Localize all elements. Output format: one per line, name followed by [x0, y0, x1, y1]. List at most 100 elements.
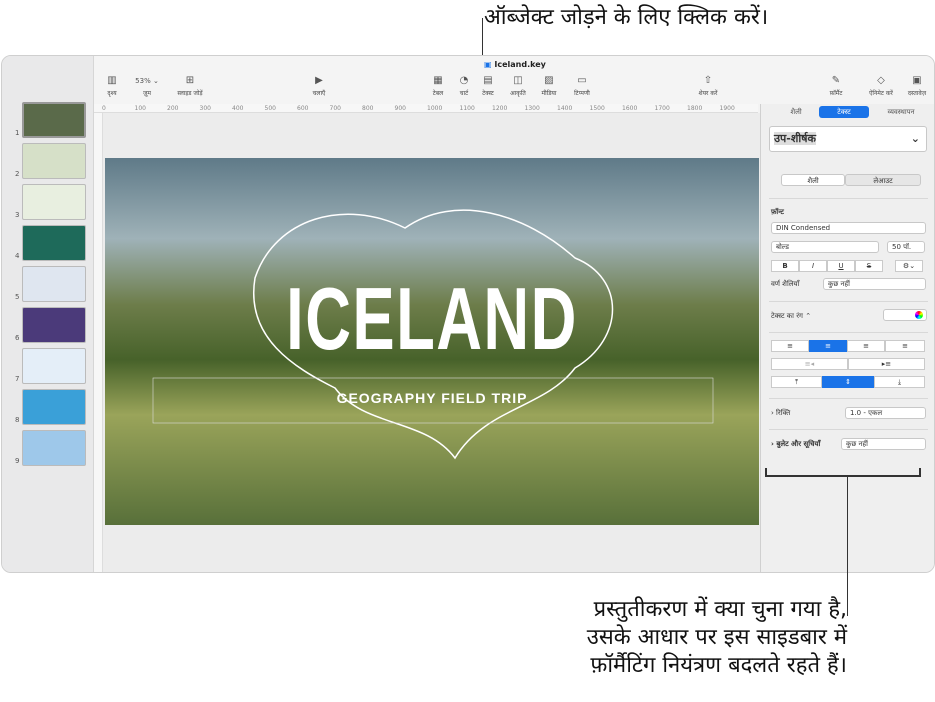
keynote-file-icon: ▣ — [484, 60, 492, 69]
slide-subtitle[interactable]: GEOGRAPHY FIELD TRIP — [105, 390, 759, 406]
view-button[interactable]: ▥ दृश्य — [92, 75, 132, 97]
divider — [769, 198, 928, 199]
vertical-ruler — [94, 113, 103, 572]
spacing-select[interactable]: 1.0 - एकल — [845, 407, 926, 419]
bullets-label[interactable]: › बुलेट और सूचियाँ — [771, 440, 820, 449]
divider — [769, 301, 928, 302]
slide-number: 1 — [15, 129, 20, 137]
ruler-tick-label: 200 — [167, 105, 179, 112]
slide-number: 7 — [15, 375, 20, 383]
slide-canvas: ICELAND GEOGRAPHY FIELD TRIP — [103, 113, 760, 572]
align-right-button[interactable]: ≡ — [847, 340, 885, 352]
slide-thumbnail-1[interactable] — [22, 102, 86, 138]
ruler-tick-label: 1500 — [589, 105, 605, 112]
callout-sidebar-info: प्रस्तुतीकरण में क्या चुना गया है, उसके … — [505, 596, 847, 680]
align-top-button[interactable]: ⤒ — [771, 376, 822, 388]
ruler-tick-label: 700 — [329, 105, 341, 112]
shape-icon: ◫ — [513, 75, 523, 86]
callout-bracket-bottom — [765, 475, 921, 477]
callout-line-2: उसके आधार पर इस साइडबार में — [586, 625, 847, 650]
slide-number: 6 — [15, 334, 20, 342]
ruler-tick-label: 1000 — [427, 105, 443, 112]
slide-thumbnail-7[interactable] — [22, 348, 86, 384]
font-size-field[interactable]: 50 पॉ. — [887, 241, 925, 253]
divider — [769, 398, 928, 399]
gear-icon: ⚙⌄ — [902, 262, 916, 270]
font-weight-select[interactable]: बोल्ड — [771, 241, 879, 253]
text-icon: ▤ — [483, 75, 493, 86]
justify-button[interactable]: ≡ — [885, 340, 925, 352]
media-icon: ▨ — [544, 75, 554, 86]
character-styles-select[interactable]: कुछ नहीं — [823, 278, 926, 290]
bullets-select[interactable]: कुछ नहीं — [841, 438, 926, 450]
ruler-tick-label: 400 — [232, 105, 244, 112]
slide-thumbnail-4[interactable] — [22, 225, 86, 261]
paragraph-style-select[interactable]: उप-शीर्षक ⌄ — [769, 126, 927, 152]
divider — [769, 332, 928, 333]
share-button[interactable]: ⇧ शेयर करें — [688, 75, 728, 97]
slide-thumbnail-2[interactable] — [22, 143, 86, 179]
callout-add-objects: ऑब्जेक्ट जोड़ने के लिए क्लिक करें। — [484, 5, 769, 30]
align-middle-button[interactable]: ⇕ — [822, 376, 874, 388]
slide-navigator: 1 2 3 4 5 6 7 8 9 — [2, 56, 94, 572]
strikethrough-button[interactable]: S — [855, 260, 883, 272]
more-text-options-button[interactable]: ⚙⌄ — [895, 260, 923, 272]
slide-thumbnail-8[interactable] — [22, 389, 86, 425]
play-button[interactable]: ▶ चलाएँ — [299, 75, 339, 97]
spacing-label[interactable]: › रिक्ति — [771, 409, 790, 418]
sub-tab-layout[interactable]: लेआउट — [845, 174, 921, 186]
tab-style[interactable]: शैली — [773, 106, 819, 118]
tab-text[interactable]: टेक्स्ट — [819, 106, 869, 118]
comment-button[interactable]: ▭ टिप्पणी — [562, 75, 602, 97]
document-button[interactable]: ▣ दस्तावेज़ — [897, 75, 934, 97]
bold-button[interactable]: B — [771, 260, 799, 272]
callout-line-bottom — [847, 476, 848, 616]
callout-line-3: फ़ॉर्मैटिंग नियंत्रण बदलते रहते हैं। — [590, 653, 847, 678]
slide-thumbnail-9[interactable] — [22, 430, 86, 466]
animate-icon: ◇ — [877, 75, 885, 86]
toolbar: ▣ Iceland.key ▥ दृश्य 53% ⌄ ज़ूम ⊞ स्लाइड ज… — [94, 56, 934, 104]
table-icon: ▦ — [433, 75, 443, 86]
document-icon: ▣ — [912, 75, 922, 86]
align-left-button[interactable]: ≡ — [771, 340, 809, 352]
add-slide-button[interactable]: ⊞ स्लाइड जोड़ें — [170, 75, 210, 97]
share-icon: ⇧ — [703, 75, 713, 86]
ruler-tick-label: 1100 — [459, 105, 475, 112]
callout-bracket-bottom-left — [765, 468, 767, 477]
align-center-button[interactable]: ≡ — [809, 340, 847, 352]
character-styles-label: वर्ण शैलियाँ — [771, 280, 800, 288]
chevron-right-icon: › — [771, 409, 774, 417]
font-name-select[interactable]: DIN Condensed — [771, 222, 926, 234]
tab-arrange[interactable]: व्यवस्थापन — [871, 106, 931, 118]
animate-button[interactable]: ◇ ऐनिमेट करें — [861, 75, 901, 97]
format-button[interactable]: ✎ फ़ॉर्मैट — [816, 75, 856, 97]
slide-number: 9 — [15, 457, 20, 465]
slide-title[interactable]: ICELAND — [197, 268, 668, 370]
document-title: ▣ Iceland.key — [484, 60, 546, 69]
ruler-tick-label: 500 — [264, 105, 276, 112]
slide-thumbnail-5[interactable] — [22, 266, 86, 302]
chevron-down-icon: ⌄ — [910, 132, 920, 145]
slide-thumbnail-6[interactable] — [22, 307, 86, 343]
sub-tab-style[interactable]: शैली — [781, 174, 845, 186]
slide-thumbnail-3[interactable] — [22, 184, 86, 220]
increase-indent-button[interactable]: ▸≡ — [848, 358, 925, 370]
slide-1[interactable]: ICELAND GEOGRAPHY FIELD TRIP — [105, 158, 759, 525]
italic-button[interactable]: I — [799, 260, 827, 272]
text-color-label: टेक्स्ट का रंग ⌃ — [771, 312, 812, 320]
ruler-tick-label: 900 — [394, 105, 406, 112]
slide-number: 2 — [15, 170, 20, 178]
align-bottom-button[interactable]: ⤓ — [874, 376, 925, 388]
underline-button[interactable]: U — [827, 260, 855, 272]
paintbrush-icon: ✎ — [831, 75, 841, 86]
text-color-well[interactable] — [883, 309, 927, 321]
slide-number: 3 — [15, 211, 20, 219]
zoom-button[interactable]: 53% ⌄ ज़ूम — [127, 75, 167, 97]
keynote-window: 1 2 3 4 5 6 7 8 9 ▣ Iceland.key ▥ दृश्य 53% ⌄ ज़ूम… — [1, 55, 935, 573]
slide-number: 4 — [15, 252, 20, 260]
callout-bracket-bottom-right — [919, 468, 921, 477]
decrease-indent-button[interactable]: ≡◂ — [771, 358, 848, 370]
ruler-tick-label: 1900 — [719, 105, 735, 112]
play-icon: ▶ — [315, 75, 323, 86]
callout-line-1: प्रस्तुतीकरण में क्या चुना गया है, — [593, 597, 847, 622]
